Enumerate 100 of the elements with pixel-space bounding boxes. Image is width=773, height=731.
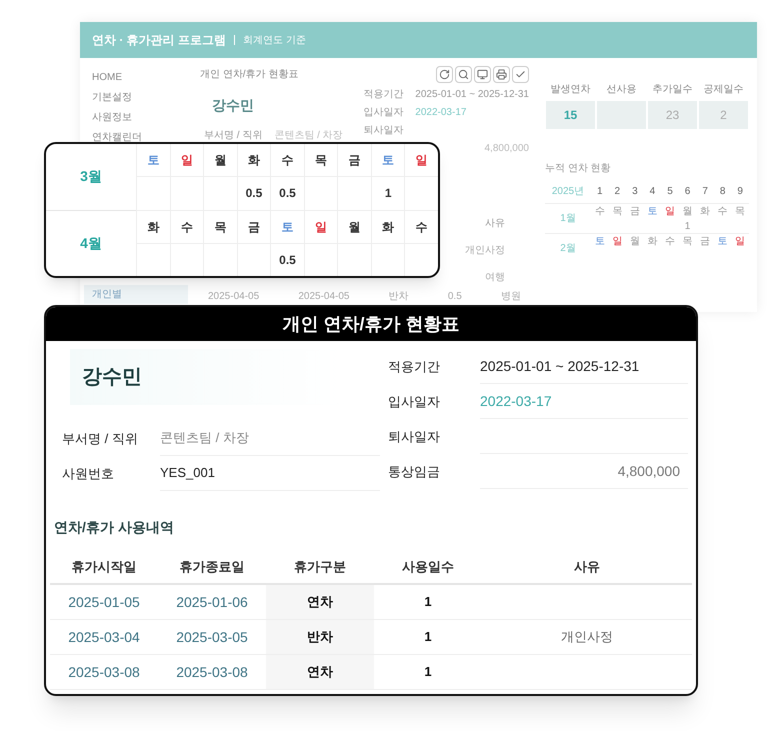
calendar-cell [136,242,170,276]
field-value: 콘텐츠팀 / 차장 [160,421,380,456]
monitor-icon[interactable] [474,66,491,83]
field-value: YES_001 [160,456,380,491]
day-number: 6 [684,185,692,199]
weekday-label: 일 [608,233,626,249]
field-value: 2025-01-01 ~ 2025-12-31 [480,349,688,384]
summary-cell: 15 [546,101,595,129]
weekday-label: 목 [304,144,338,176]
calendar-cell [203,242,237,276]
employee-name: 강수민 [82,365,142,390]
section-title: 연차/휴가 사용내역 [53,518,175,537]
weekday-label: 월 [626,233,644,249]
panel-title: 개인 연차/휴가 현황표 [200,68,298,82]
weekday-label: 일 [170,144,204,176]
check-icon[interactable] [512,66,529,83]
calendar-cell [236,242,270,276]
field-label: 사원번호 [61,464,115,483]
weekday-label: 금 [236,210,270,243]
summary-header: 공제일수 [702,83,744,97]
field-label: 통상임금 [387,462,441,481]
calendar-cell [136,176,170,210]
wage-value: 4,800,000 [484,142,529,156]
weekday-label: 토 [370,144,404,176]
table-cell: 반차 [266,620,374,655]
sidebar-item[interactable]: 연차캘린더 [80,130,192,145]
summary-cell: 23 [648,101,697,129]
weekday-label: 수 [591,203,609,219]
table-cell: 1 [374,655,482,690]
calendar-cell [404,176,438,210]
weekday-label: 목 [608,203,626,219]
printer-icon[interactable] [493,66,510,83]
calendar-cell [404,242,438,276]
calendar-cell: 0.5 [270,176,304,210]
weekday-label: 토 [270,210,304,243]
month-label: 4월 [46,210,136,276]
employee-name: 강수민 [211,96,255,115]
table-cell-text: 2025-04-05 [298,290,350,304]
report-title: 개인 연차/휴가 현황표 [282,312,460,336]
refresh-icon[interactable] [436,66,453,83]
calendar-cell [304,242,338,276]
weekday-label: 목 [678,233,696,249]
table-cell: 2025-03-04 [50,620,158,655]
weekday-label: 화 [136,210,170,243]
sidebar-item[interactable]: HOME [80,70,192,85]
sidebar-item[interactable]: 기본설정 [80,90,192,105]
calendar-cell [337,242,371,276]
day-number: 7 [701,185,709,199]
day-number: 3 [631,185,639,199]
weekday-label: 수 [404,210,438,243]
app-title: 연차 · 휴가관리 프로그램 [92,32,226,49]
calendar-cell: 0.5 [270,242,304,276]
field-value: 콘텐츠팀 / 차장 [274,129,343,143]
day-number: 9 [736,185,744,199]
weekday-label: 토 [591,233,609,249]
table-cell-text: 반차 [388,290,409,304]
search-icon[interactable] [455,66,472,83]
year-label: 2025년 [550,185,586,199]
day-value: 1 [684,221,690,232]
table-cell: 2025-01-05 [50,585,158,620]
summary-cell: 2 [699,101,748,129]
sidebar-item[interactable]: 개인별 [84,285,188,304]
table-cell: 연차 [266,585,374,620]
weekday-label: 수 [170,210,204,243]
field-label: 부서명 / 직위 [61,430,139,448]
weekday-label: 일 [661,203,679,219]
column-header: 휴가종료일 [158,550,266,585]
table-cell-text: 0.5 [448,290,462,304]
weekday-label: 토 [644,203,662,219]
field-label: 적용기간 [363,88,404,102]
day-number: 4 [648,185,656,199]
field-value: 2022-03-17 [415,106,466,120]
weekday-label: 목 [731,203,749,219]
weekday-label: 월 [678,203,696,219]
calendar-cell [370,242,404,276]
field-value: 2025-01-01 ~ 2025-12-31 [415,88,529,102]
weekday-label: 수 [270,144,304,176]
sidebar-item[interactable]: 사원정보 [80,110,192,125]
column-header: 사유 [485,217,505,231]
calendar-cell [170,242,204,276]
table-cell: 1 [374,620,482,655]
column-header: 사용일수 [374,550,482,585]
weekday-label: 수 [714,203,732,219]
calendar-title: 누적 연차 현황 [545,162,612,176]
field-label: 퇴사일자 [387,428,441,446]
calendar-cell: 0.5 [236,176,270,210]
weekday-label: 화 [370,210,404,243]
weekday-label: 일 [304,210,338,243]
weekday-label: 일 [731,233,749,249]
month-label: 1월 [545,203,591,233]
app-subtitle: 회계연도 기준 [243,34,306,48]
month-label: 3월 [79,167,103,186]
day-number: 5 [666,185,674,199]
calendar-cell: 1 [370,176,404,210]
weekday-label: 일 [404,144,438,176]
day-number: 2 [614,185,622,199]
summary-header: 발생연차 [550,83,592,97]
weekday-label: 화 [236,144,270,176]
table-cell-text: 2025-04-05 [208,290,260,304]
month-label: 2월 [545,233,591,263]
